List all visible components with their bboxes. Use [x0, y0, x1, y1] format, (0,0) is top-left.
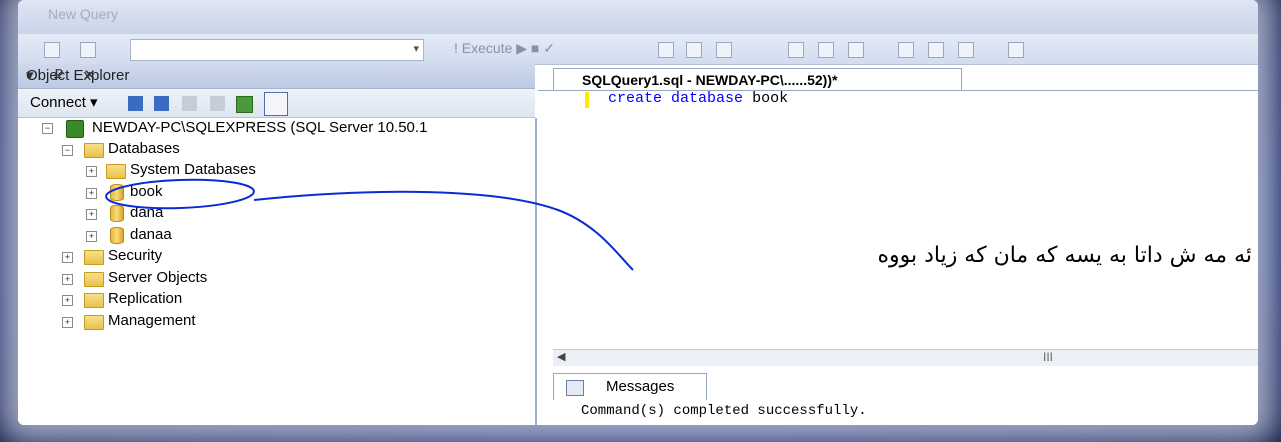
- server-icon: [66, 120, 84, 138]
- folder-icon: [84, 250, 104, 265]
- database-icon: [110, 205, 124, 222]
- sql-keyword: database: [671, 90, 744, 107]
- horizontal-scrollbar[interactable]: ◀ III: [553, 349, 1258, 366]
- object-explorer-tree: − NEWDAY-PC\SQLEXPRESS (SQL Server 10.50…: [18, 118, 537, 425]
- filter-icon[interactable]: [210, 96, 225, 111]
- chevron-down-icon: ▾: [413, 43, 419, 55]
- tab-query-editor[interactable]: SQLQuery1.sql - NEWDAY-PC\......52))*: [553, 68, 962, 90]
- comment-icon[interactable]: [788, 42, 804, 58]
- scroll-left-icon[interactable]: ◀: [557, 350, 565, 363]
- disconnect-icon[interactable]: [154, 96, 169, 111]
- tree-node-server-objects[interactable]: Server Objects: [108, 268, 207, 288]
- tree-node-database[interactable]: dana: [130, 203, 163, 223]
- tree-node-database[interactable]: danaa: [130, 225, 172, 245]
- collapse-icon[interactable]: −: [62, 145, 73, 156]
- panel-controls[interactable]: ▾ ₽ ✕: [26, 66, 525, 84]
- connect-icon[interactable]: [128, 96, 143, 111]
- refresh-icon[interactable]: [236, 96, 253, 113]
- expand-icon[interactable]: +: [86, 188, 97, 199]
- database-selector[interactable]: ▾: [130, 39, 424, 61]
- tree-node-databases[interactable]: Databases: [108, 139, 180, 159]
- align-left-icon[interactable]: [928, 42, 944, 58]
- execute-button[interactable]: ! Execute ▶ ■ ✓: [454, 40, 555, 57]
- tab-messages[interactable]: Messages: [553, 373, 707, 400]
- expand-icon[interactable]: +: [86, 166, 97, 177]
- expand-icon[interactable]: +: [62, 252, 73, 263]
- align-right-icon[interactable]: [958, 42, 974, 58]
- sql-identifier: book: [752, 90, 789, 107]
- folder-icon: [84, 315, 104, 330]
- changed-line-marker: [585, 92, 589, 108]
- display-plan-icon[interactable]: [686, 42, 702, 58]
- tree-node-system-databases[interactable]: System Databases: [130, 160, 256, 180]
- folder-icon: [106, 164, 126, 179]
- results-to-icon[interactable]: [716, 42, 732, 58]
- activity-monitor-icon[interactable]: [264, 92, 288, 116]
- ssms-window: New Query ▾ ! Execute ▶ ■ ✓ Object Explo…: [18, 0, 1258, 425]
- code-line[interactable]: create database book: [608, 90, 788, 107]
- tree-node-replication[interactable]: Replication: [108, 289, 182, 309]
- change-connection-icon[interactable]: [80, 42, 96, 58]
- object-explorer-header: Object Explorer ▾ ₽ ✕: [18, 64, 535, 89]
- tree-node-security[interactable]: Security: [108, 246, 162, 266]
- expand-icon[interactable]: +: [86, 231, 97, 242]
- connect-button[interactable]: Connect ▾: [30, 93, 98, 111]
- parse-icon[interactable]: [658, 42, 674, 58]
- query-editor[interactable]: [538, 90, 1258, 346]
- annotation-text: ئه مه ش داتا به یسه که مان که زیاد بووه: [877, 243, 1252, 268]
- folder-icon: [84, 143, 104, 158]
- uncomment-icon[interactable]: [818, 42, 834, 58]
- scroll-thumb-grip: III: [1043, 350, 1054, 364]
- new-query-button[interactable]: New Query: [48, 6, 118, 22]
- tree-node-server[interactable]: NEWDAY-PC\SQLEXPRESS (SQL Server 10.50.1: [92, 118, 427, 138]
- specify-values-icon[interactable]: [1008, 42, 1024, 58]
- tree-node-database[interactable]: book: [130, 182, 163, 202]
- database-icon: [110, 227, 124, 244]
- standard-toolbar: New Query: [18, 0, 1258, 34]
- connect-icon[interactable]: [44, 42, 60, 58]
- sql-keyword: create: [608, 90, 663, 107]
- messages-output: Command(s) completed successfully.: [581, 403, 867, 419]
- messages-tab-label: Messages: [606, 378, 675, 395]
- outdent-icon[interactable]: [898, 42, 914, 58]
- expand-icon[interactable]: +: [62, 274, 73, 285]
- messages-icon: [566, 380, 584, 396]
- database-icon: [110, 184, 124, 201]
- indent-icon[interactable]: [848, 42, 864, 58]
- object-explorer-toolbar: Connect ▾: [18, 89, 535, 118]
- folder-icon: [84, 272, 104, 287]
- stop-icon[interactable]: [182, 96, 197, 111]
- collapse-icon[interactable]: −: [42, 123, 53, 134]
- expand-icon[interactable]: +: [86, 209, 97, 220]
- expand-icon[interactable]: +: [62, 317, 73, 328]
- tree-node-management[interactable]: Management: [108, 311, 196, 331]
- folder-icon: [84, 293, 104, 308]
- expand-icon[interactable]: +: [62, 295, 73, 306]
